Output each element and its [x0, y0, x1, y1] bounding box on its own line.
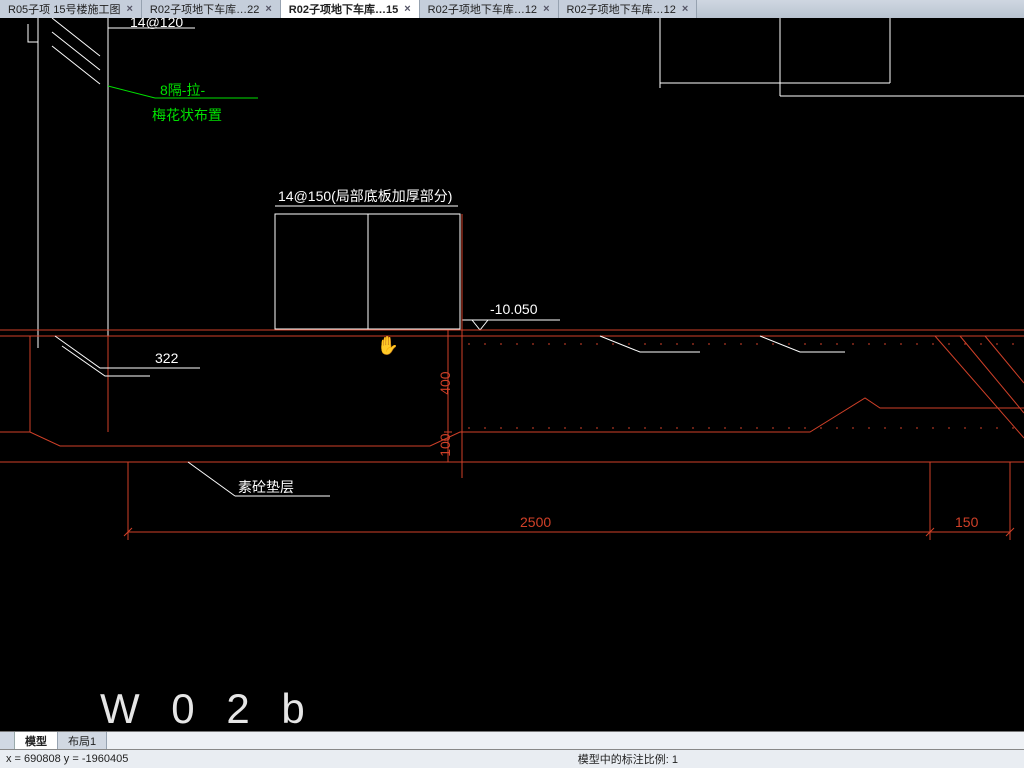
drawing-svg: 14@120 8隔-拉- 梅花状布置 14@150(局部底板加厚部分) -10.… [0, 18, 1024, 732]
note-green-line2: 梅花状布置 [152, 107, 222, 123]
close-icon[interactable]: × [126, 3, 132, 15]
note-14at150: 14@150(局部底板加厚部分) [278, 188, 452, 204]
dim-100: 100 [437, 433, 453, 457]
doc-tab-label: R02子项地下车库…12 [428, 1, 537, 17]
note-bedding: 素砼垫层 [238, 479, 294, 495]
doc-tab-label: R05子项 15号楼施工图 [8, 1, 120, 17]
status-coords: x = 690808 y = -1960405 [6, 753, 128, 765]
elevation-label: -10.050 [490, 301, 538, 317]
doc-tab-label: R02子项地下车库…15 [289, 1, 398, 17]
close-icon[interactable]: × [404, 3, 410, 15]
doc-tab-4[interactable]: R02子项地下车库…12 × [559, 0, 698, 18]
bg-text-w02b: W 0 2 b [100, 685, 315, 732]
doc-tab-2[interactable]: R02子项地下车库…15 × [281, 0, 420, 18]
tab-handle[interactable] [0, 732, 15, 750]
layout-tab-label: 模型 [25, 733, 47, 749]
note-14at120: 14@120 [130, 18, 183, 30]
dim-150: 150 [955, 514, 979, 530]
document-tab-strip: R05子项 15号楼施工图 × R02子项地下车库…22 × R02子项地下车库… [0, 0, 1024, 19]
cad-canvas[interactable]: 14@120 8隔-拉- 梅花状布置 14@150(局部底板加厚部分) -10.… [0, 18, 1024, 732]
close-icon[interactable]: × [265, 3, 271, 15]
layout-tab-label: 布局1 [68, 733, 96, 749]
close-icon[interactable]: × [682, 3, 688, 15]
status-scale: 模型中的标注比例: 1 [578, 751, 678, 767]
note-green-line1: 8隔-拉- [160, 82, 205, 98]
dim-2500: 2500 [520, 514, 551, 530]
dim-400: 400 [437, 371, 453, 395]
layout-tab-1[interactable]: 布局1 [58, 732, 107, 750]
pan-cursor-icon: ✋ [377, 336, 399, 357]
status-bar: x = 690808 y = -1960405 模型中的标注比例: 1 [0, 749, 1024, 768]
layout-tab-strip: 模型 布局1 [0, 731, 1024, 750]
doc-tab-3[interactable]: R02子项地下车库…12 × [420, 0, 559, 18]
label-322: 322 [155, 350, 179, 366]
layout-tab-model[interactable]: 模型 [15, 732, 58, 750]
close-icon[interactable]: × [543, 3, 549, 15]
doc-tab-label: R02子项地下车库…12 [567, 1, 676, 17]
doc-tab-1[interactable]: R02子项地下车库…22 × [142, 0, 281, 18]
doc-tab-0[interactable]: R05子项 15号楼施工图 × [0, 0, 142, 18]
doc-tab-label: R02子项地下车库…22 [150, 1, 259, 17]
